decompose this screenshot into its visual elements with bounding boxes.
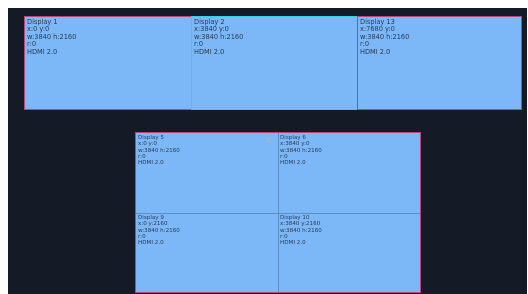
grid-divider-horizontal [136, 213, 420, 214]
display-size: w:3840 h:2160 [280, 227, 322, 234]
display-port: HDMI 2.0 [280, 240, 306, 246]
display-size: w:3840 h:2160 [138, 147, 180, 154]
display-size: w:3840 h:2160 [280, 147, 322, 154]
display-info: Display 13 x:7680 y:0 w:3840 h:2160 r:0 … [360, 18, 409, 56]
close-icon[interactable]: ✕ [264, 135, 274, 146]
display-info: Display 2 x:3840 y:0 w:3840 h:2160 r:0 H… [194, 18, 243, 56]
display-panel-13[interactable]: Display 13 x:7680 y:0 w:3840 h:2160 r:0 … [357, 16, 522, 110]
display-size: w:3840 h:2160 [138, 227, 180, 234]
display-port: HDMI 2.0 [360, 47, 391, 56]
display-info: Display 6 x:3840 y:0 w:3840 h:2160 r:0 H… [280, 135, 322, 166]
display-info: Display 1 x:0 y:0 w:3840 h:2160 r:0 HDMI… [27, 18, 76, 56]
display-panel-10[interactable]: Display 10 x:3840 y:2160 w:3840 h:2160 r… [278, 213, 421, 293]
display-panel-6[interactable]: Display 6 x:3840 y:0 w:3840 h:2160 r:0 H… [278, 132, 421, 214]
display-port: HDMI 2.0 [194, 47, 225, 56]
display-panel-9[interactable]: Display 9 x:0 y:2160 w:3840 h:2160 r:0 H… [135, 213, 279, 293]
display-panel-1[interactable]: Display 1 x:0 y:0 w:3840 h:2160 r:0 HDMI… [24, 16, 192, 110]
display-info: Display 5 x:0 y:0 w:3840 h:2160 r:0 HDMI… [138, 135, 180, 166]
display-port: HDMI 2.0 [138, 240, 164, 246]
display-port: HDMI 2.0 [280, 160, 306, 166]
display-info: Display 10 x:3840 y:2160 w:3840 h:2160 r… [280, 215, 322, 246]
display-info: Display 9 x:0 y:2160 w:3840 h:2160 r:0 H… [138, 215, 180, 246]
display-panel-2[interactable]: Display 2 x:3840 y:0 w:3840 h:2160 r:0 H… [191, 16, 358, 110]
display-port: HDMI 2.0 [27, 47, 58, 56]
display-panel-5[interactable]: Display 5 x:0 y:0 w:3840 h:2160 r:0 HDMI… [135, 132, 279, 214]
display-position: x:3840 y:2160 [280, 221, 321, 228]
display-port: HDMI 2.0 [138, 160, 164, 166]
